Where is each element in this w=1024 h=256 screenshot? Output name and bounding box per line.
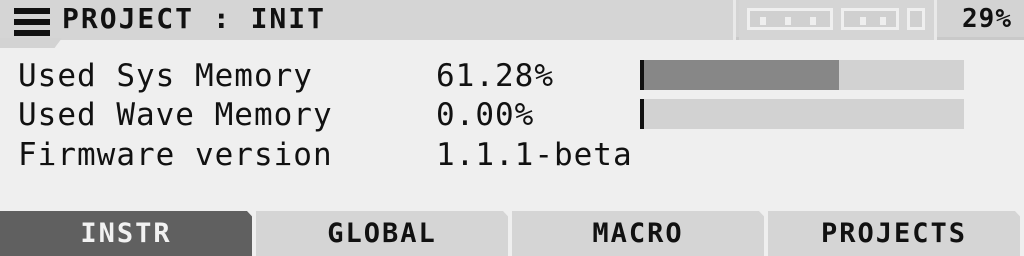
firmware-version-row: Firmware version 1.1.1-beta [18, 135, 978, 175]
used-wave-memory-meter [640, 99, 964, 129]
menu-icon-line [14, 19, 50, 25]
tab-label: INSTR [80, 218, 172, 249]
battery-tick [810, 17, 816, 25]
battery-tick [760, 17, 766, 25]
menu-icon-line [14, 8, 50, 14]
header-bar: PROJECT : INIT 29% [0, 0, 1024, 48]
battery-tick [785, 17, 791, 25]
firmware-version-label: Firmware version [18, 137, 333, 173]
battery-percent: 29% [962, 4, 1012, 34]
hamburger-menu-icon[interactable] [14, 8, 50, 38]
bottom-tab-bar: INSTR GLOBAL MACRO PROJECTS [0, 211, 1024, 256]
tab-label: MACRO [592, 218, 684, 249]
meter-zero-mark [640, 60, 644, 90]
battery-cell [841, 8, 899, 30]
menu-icon-line [14, 30, 50, 36]
firmware-version-value: 1.1.1-beta [436, 137, 633, 173]
project-title: PROJECT : INIT [62, 2, 327, 35]
project-screen: PROJECT : INIT 29% Used Sys Memory 61.28… [0, 0, 1024, 256]
tab-label: GLOBAL [327, 218, 437, 249]
used-sys-memory-meter-fill [640, 60, 839, 90]
battery-indicator [739, 0, 937, 40]
tab-divider [764, 211, 768, 256]
tab-projects[interactable]: PROJECTS [768, 211, 1020, 256]
project-title-area: PROJECT : INIT [0, 0, 736, 40]
battery-tick [880, 17, 886, 25]
used-wave-memory-label: Used Wave Memory [18, 97, 333, 133]
menu-tab-notch [0, 38, 62, 48]
meter-zero-mark [640, 99, 644, 129]
battery-tick [860, 17, 866, 25]
tab-divider [252, 211, 256, 256]
tab-divider [508, 211, 512, 256]
used-sys-memory-meter [640, 60, 964, 90]
tab-macro[interactable]: MACRO [512, 211, 764, 256]
used-sys-memory-row: Used Sys Memory 61.28% [18, 56, 978, 96]
used-sys-memory-value: 61.28% [436, 58, 554, 94]
tab-label: PROJECTS [820, 218, 968, 249]
used-wave-memory-value: 0.00% [436, 97, 535, 133]
tab-global[interactable]: GLOBAL [256, 211, 508, 256]
battery-cell [907, 8, 925, 30]
used-sys-memory-label: Used Sys Memory [18, 58, 313, 94]
used-wave-memory-row: Used Wave Memory 0.00% [18, 95, 978, 135]
battery-cell [747, 8, 833, 30]
tab-instr[interactable]: INSTR [0, 211, 252, 256]
